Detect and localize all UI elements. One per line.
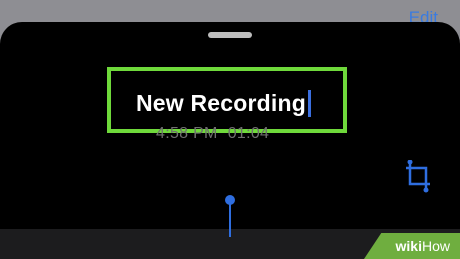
recording-duration: 01:04 (227, 125, 270, 142)
recording-meta: 4:58 PM 01:04 (156, 125, 269, 143)
crop-icon[interactable] (404, 159, 434, 194)
playhead-handle[interactable] (225, 195, 235, 205)
recording-title-field[interactable]: New Recording (136, 86, 312, 120)
text-cursor (308, 89, 312, 117)
grabber-handle[interactable] (208, 32, 252, 38)
recording-time: 4:58 PM (156, 125, 218, 142)
playhead-line[interactable] (229, 200, 231, 237)
recording-title: New Recording (136, 89, 307, 116)
